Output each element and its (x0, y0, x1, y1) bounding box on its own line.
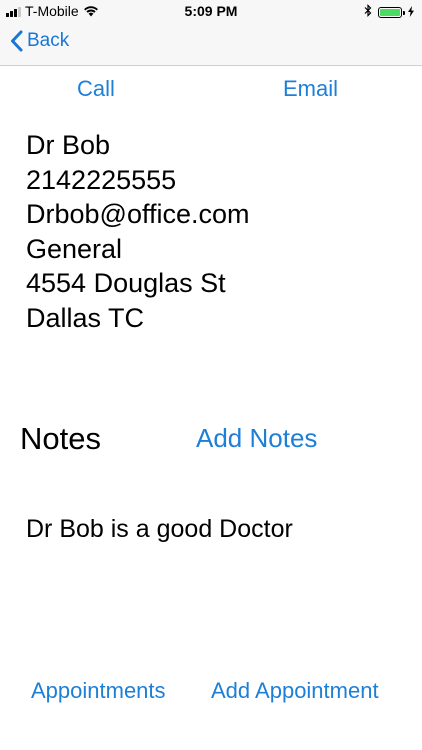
status-time: 5:09 PM (184, 3, 238, 19)
contact-name: Dr Bob (26, 130, 111, 160)
battery-icon (378, 6, 405, 18)
back-label: Back (27, 30, 70, 51)
email-button[interactable]: Email (283, 76, 338, 102)
contact-details: Dr Bob 2142225555 Drbob@office.com Gener… (26, 128, 250, 335)
contact-city: Dallas TC (26, 302, 145, 333)
contact-email: Drbob@office.com (26, 199, 250, 229)
status-right (364, 4, 414, 20)
add-appointment-button[interactable]: Add Appointment (211, 678, 379, 704)
chevron-left-icon (10, 30, 23, 52)
contact-phone: 2142225555 (26, 164, 177, 195)
status-bar: T-Mobile 5:09 PM (0, 0, 422, 22)
call-button[interactable]: Call (77, 76, 115, 102)
contact-street: 4554 Douglas St (26, 268, 226, 298)
navigation-bar: Back (0, 22, 422, 66)
contact-specialty: General (26, 233, 123, 264)
add-notes-button[interactable]: Add Notes (196, 423, 317, 454)
charging-icon (408, 4, 414, 20)
appointments-button[interactable]: Appointments (31, 678, 166, 704)
notes-heading: Notes (20, 421, 101, 456)
battery-level-fill (380, 8, 400, 16)
bluetooth-icon (364, 4, 372, 20)
back-button[interactable]: Back (10, 30, 69, 52)
note-text: Dr Bob is a good Doctor (26, 515, 293, 543)
contact-detail-screen: T-Mobile 5:09 PM Back Call Email Dr Bob … (0, 0, 422, 750)
